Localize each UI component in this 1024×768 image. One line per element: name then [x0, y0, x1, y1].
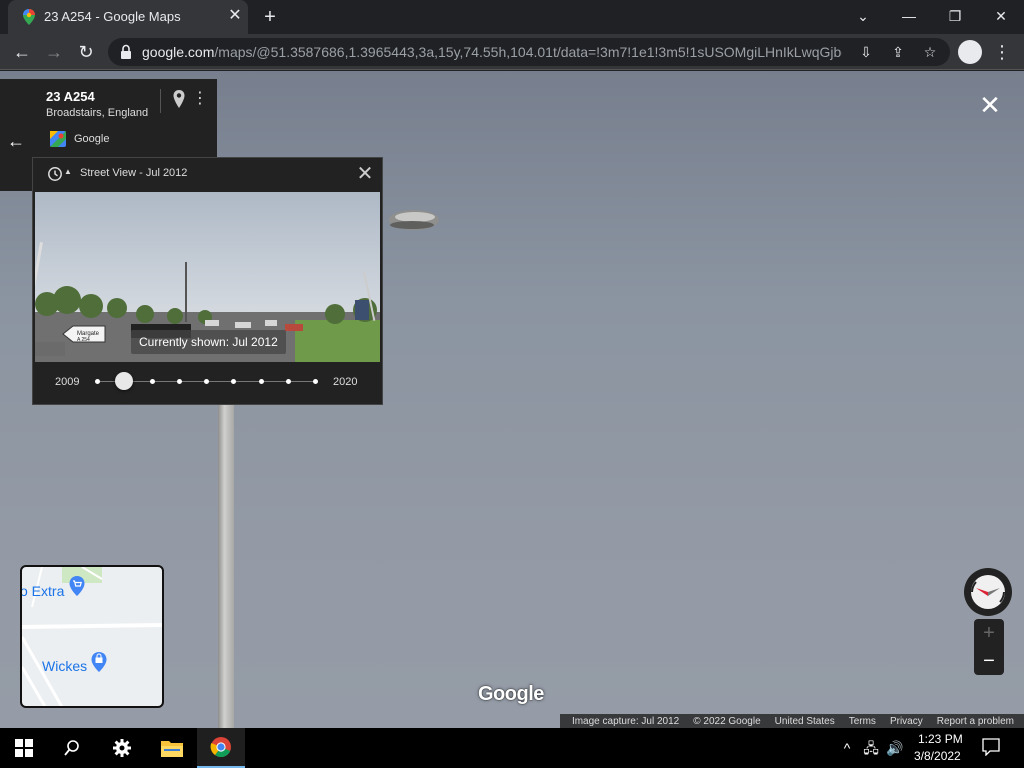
back-button[interactable]: ← — [8, 38, 36, 66]
forward-button[interactable]: → — [40, 38, 68, 66]
screen: 23 A254 - Google Maps ✕ + ⌄ — ❐ ✕ ← → ↻ … — [0, 0, 1024, 768]
timeline-stop[interactable] — [258, 379, 264, 384]
time-machine-panel: ▲ Street View - Jul 2012 ✕ Margate A 254… — [32, 157, 383, 405]
share-icon[interactable]: ⇪ — [888, 42, 908, 62]
address-bar[interactable]: google.com/maps/@51.3587686,1.3965443,3a… — [108, 38, 950, 66]
zoom-in-button[interactable]: + — [974, 621, 1004, 645]
timeline-stop[interactable] — [176, 379, 182, 384]
divider — [160, 89, 161, 113]
shopping-cart-pin-icon[interactable] — [68, 575, 86, 597]
bookmark-star-icon[interactable]: ☆ — [920, 42, 940, 62]
compass-icon[interactable] — [964, 568, 1012, 616]
more-options-icon[interactable]: ⋮ — [192, 89, 208, 109]
currently-shown-label: Currently shown: Jul 2012 — [131, 330, 286, 354]
gear-icon — [113, 739, 131, 757]
shopping-bag-pin-icon[interactable] — [90, 651, 108, 673]
start-icon[interactable] — [0, 728, 48, 768]
maps-favicon-icon — [23, 9, 35, 25]
lock-icon — [121, 44, 131, 59]
folder-icon — [161, 741, 183, 757]
zoom-control: + − — [974, 619, 1004, 675]
new-tab-button[interactable]: + — [258, 6, 282, 28]
time-machine-title: Street View - Jul 2012 — [80, 167, 188, 179]
history-clock-icon[interactable] — [47, 166, 63, 182]
install-icon[interactable]: ⇩ — [856, 42, 876, 62]
historical-photo-preview[interactable]: Margate A 254 Currently shown: Jul 2012 — [35, 192, 380, 362]
file-explorer-icon[interactable] — [148, 728, 196, 768]
minimap-place-wickes[interactable]: Wickes — [42, 658, 87, 674]
close-time-machine-icon[interactable]: ✕ — [355, 164, 375, 184]
report-problem-link[interactable]: Report a problem — [937, 716, 1014, 727]
volume-icon[interactable]: 🔊 — [886, 738, 904, 758]
timeline-stop[interactable] — [149, 379, 155, 384]
back-arrow-icon[interactable]: ← — [4, 129, 28, 153]
street-view-canvas[interactable]: ✕ ← 23 A254 Broadstairs, England ⋮ Googl… — [0, 71, 1024, 728]
network-icon[interactable]: 🖧 — [862, 738, 880, 758]
google-watermark: Google — [478, 683, 544, 705]
terms-link[interactable]: Terms — [849, 716, 876, 727]
browser-tabbar: 23 A254 - Google Maps ✕ + ⌄ — ❐ ✕ — [0, 0, 1024, 34]
menu-icon[interactable]: ⋮ — [992, 38, 1012, 66]
windows-taskbar: ^ 🖧 🔊 1:23 PM 3/8/2022 — [0, 728, 1024, 768]
timeline-stop[interactable] — [231, 379, 237, 384]
sign-text-road: A 254 — [77, 337, 90, 343]
url-text[interactable]: google.com/maps/@51.3587686,1.3965443,3a… — [142, 44, 842, 60]
chrome-icon[interactable] — [197, 728, 245, 768]
tab-close-icon[interactable]: ✕ — [226, 7, 244, 25]
browser-tab[interactable]: 23 A254 - Google Maps ✕ — [8, 0, 248, 34]
url-domain: google.com — [142, 44, 215, 60]
lamp-pole — [218, 401, 234, 728]
year-end-label: 2020 — [333, 376, 358, 388]
close-street-view-icon[interactable]: ✕ — [978, 92, 1002, 118]
timeline-stop[interactable] — [285, 379, 291, 384]
caret-up-icon[interactable]: ▲ — [64, 167, 72, 176]
url-path: /maps/@51.3587686,1.3965443,3a,15y,74.55… — [214, 44, 842, 60]
zoom-out-button[interactable]: − — [974, 649, 1004, 673]
reload-button[interactable]: ↻ — [72, 38, 100, 66]
attribution-footer: Image capture: Jul 2012 © 2022 Google Un… — [560, 714, 1024, 728]
chrome-logo-icon — [210, 737, 231, 758]
tab-search-icon[interactable]: ⌄ — [848, 4, 878, 28]
minimap-place-extra[interactable]: o Extra — [22, 583, 64, 599]
copyright: © 2022 Google — [693, 715, 761, 727]
minimize-button[interactable]: — — [894, 4, 924, 28]
privacy-link[interactable]: Privacy — [890, 716, 923, 727]
clock-date[interactable]: 3/8/2022 — [914, 749, 961, 763]
back-panel: ← — [0, 79, 32, 191]
magnifier-icon — [64, 740, 79, 756]
timeline-stop[interactable] — [313, 379, 318, 384]
compass-dial-icon — [971, 575, 1005, 609]
source-label: Google — [74, 133, 110, 145]
timeline-thumb[interactable] — [115, 372, 134, 390]
place-card: 23 A254 Broadstairs, England ⋮ Google — [32, 79, 217, 167]
map-pin-icon[interactable] — [172, 89, 186, 109]
google-maps-logo-icon — [50, 131, 66, 147]
image-capture-date: Image capture: Jul 2012 — [571, 715, 680, 727]
minimap[interactable]: o Extra Wickes — [20, 565, 164, 708]
tab-title: 23 A254 - Google Maps — [44, 9, 181, 24]
notifications-icon[interactable] — [982, 738, 1000, 756]
country-link[interactable]: United States — [775, 716, 835, 727]
timeline-stop[interactable] — [95, 379, 100, 384]
year-start-label: 2009 — [55, 376, 80, 388]
place-locality: Broadstairs, England — [46, 107, 149, 119]
browser-toolbar: ← → ↻ google.com/maps/@51.3587686,1.3965… — [0, 34, 1024, 70]
restore-button[interactable]: ❐ — [940, 4, 970, 28]
search-icon[interactable] — [48, 728, 96, 768]
profile-icon[interactable] — [958, 40, 982, 64]
close-window-button[interactable]: ✕ — [986, 4, 1016, 28]
timeline-stop[interactable] — [204, 379, 209, 384]
clock-time[interactable]: 1:23 PM — [918, 732, 963, 746]
settings-icon[interactable] — [98, 728, 146, 768]
show-hidden-icons-icon[interactable]: ^ — [838, 738, 856, 758]
windows-logo-icon — [15, 739, 33, 757]
street-lamp-head — [389, 210, 439, 230]
place-name: 23 A254 — [46, 89, 95, 104]
